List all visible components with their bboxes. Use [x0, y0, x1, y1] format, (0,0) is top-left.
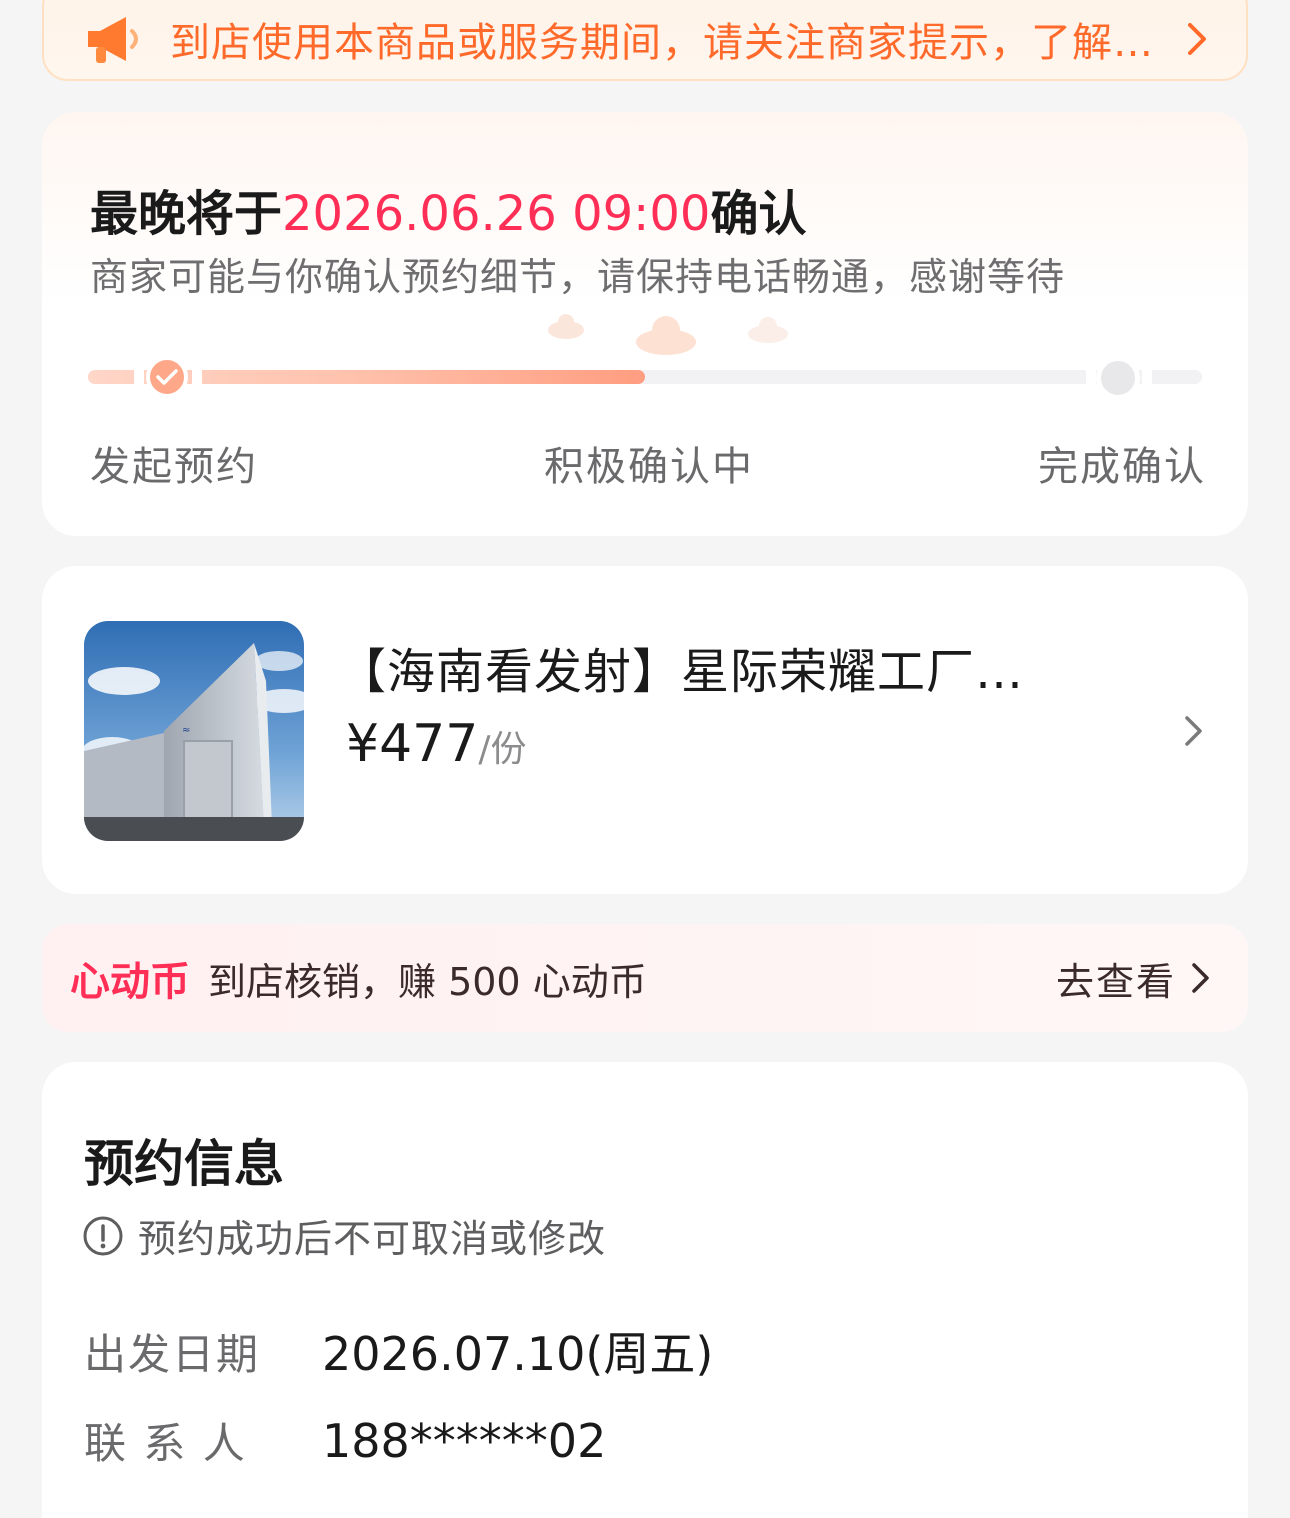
departure-date-value: 2026.07.10(周五) — [322, 1327, 714, 1381]
merchant-notice-banner[interactable]: 到店使用本商品或服务期间，请关注商家提示，了解… — [42, 0, 1248, 81]
product-thumbnail: ≈ — [84, 621, 304, 841]
booking-warning: 预约成功后不可取消或修改 — [82, 1208, 606, 1263]
coin-reward-desc: 到店核销，赚 500 心动币 — [208, 959, 647, 1004]
price-unit: /份 — [478, 729, 527, 770]
step-pending-dot — [1096, 356, 1140, 400]
contact-row: 联 系 人 188******02 — [84, 1410, 606, 1471]
step-label-confirming: 积极确认中 — [544, 444, 754, 490]
coin-reward-banner[interactable]: 心动币 到店核销，赚 500 心动币 去查看 — [42, 924, 1248, 1032]
chevron-right-icon — [1185, 716, 1202, 746]
step-gap — [1142, 362, 1152, 392]
booking-detail-page: 到店使用本商品或服务期间，请关注商家提示，了解… 最晚将于2026.06.26 … — [0, 0, 1290, 1518]
step-gap — [1086, 362, 1096, 392]
chevron-right-icon — [1192, 963, 1209, 993]
view-coins-link[interactable]: 去查看 — [1056, 951, 1176, 1006]
deadline-prefix: 最晚将于 — [90, 186, 283, 242]
notice-text: 到店使用本商品或服务期间，请关注商家提示，了解… — [170, 19, 1154, 66]
confirmation-deadline-title: 最晚将于2026.06.26 09:00确认 — [90, 174, 806, 244]
step-label-initiated: 发起预约 — [90, 444, 258, 490]
cloud-icon — [636, 316, 696, 355]
chevron-right-icon — [1188, 22, 1206, 55]
coin-brand-label: 心动币 — [70, 959, 190, 1005]
step-gap — [134, 362, 144, 392]
product-card[interactable]: ≈ 【海南看发射】星际荣耀工厂… ¥477/份 — [42, 566, 1248, 894]
departure-date-label: 出发日期 — [84, 1329, 261, 1379]
booking-warning-text: 预约成功后不可取消或修改 — [138, 1217, 607, 1261]
confirmation-subtitle: 商家可能与你确认预约细节，请保持电话畅通，感谢等待 — [90, 255, 1066, 299]
contact-value: 188******02 — [322, 1413, 607, 1468]
deadline-suffix: 确认 — [710, 186, 807, 242]
cloud-icon — [548, 314, 584, 339]
exclamation-circle-icon — [83, 1216, 123, 1255]
product-price: ¥477/份 — [346, 714, 526, 774]
deadline-datetime: 2026.06.26 09:00 — [282, 186, 711, 242]
product-name: 【海南看发射】星际荣耀工厂… — [338, 644, 1025, 700]
booking-info-title: 预约信息 — [84, 1135, 284, 1193]
svg-text:≈: ≈ — [182, 725, 190, 736]
confirmation-status-card: 最晚将于2026.06.26 09:00确认 商家可能与你确认预约细节，请保持电… — [42, 112, 1248, 536]
cloud-icon — [748, 317, 788, 343]
step-done-check-icon — [146, 356, 188, 398]
step-gap — [192, 362, 202, 392]
megaphone-icon — [88, 16, 138, 63]
departure-date-row: 出发日期 2026.07.10(周五) — [84, 1318, 713, 1384]
price-amount: ¥477 — [346, 714, 479, 774]
confirmation-progress-track — [88, 370, 1202, 384]
booking-info-card: 预约信息 预约成功后不可取消或修改 出发日期 2026.07.10(周五) 联 … — [42, 1062, 1248, 1518]
step-label-completed: 完成确认 — [1038, 444, 1206, 490]
contact-label: 联 系 人 — [84, 1419, 247, 1468]
